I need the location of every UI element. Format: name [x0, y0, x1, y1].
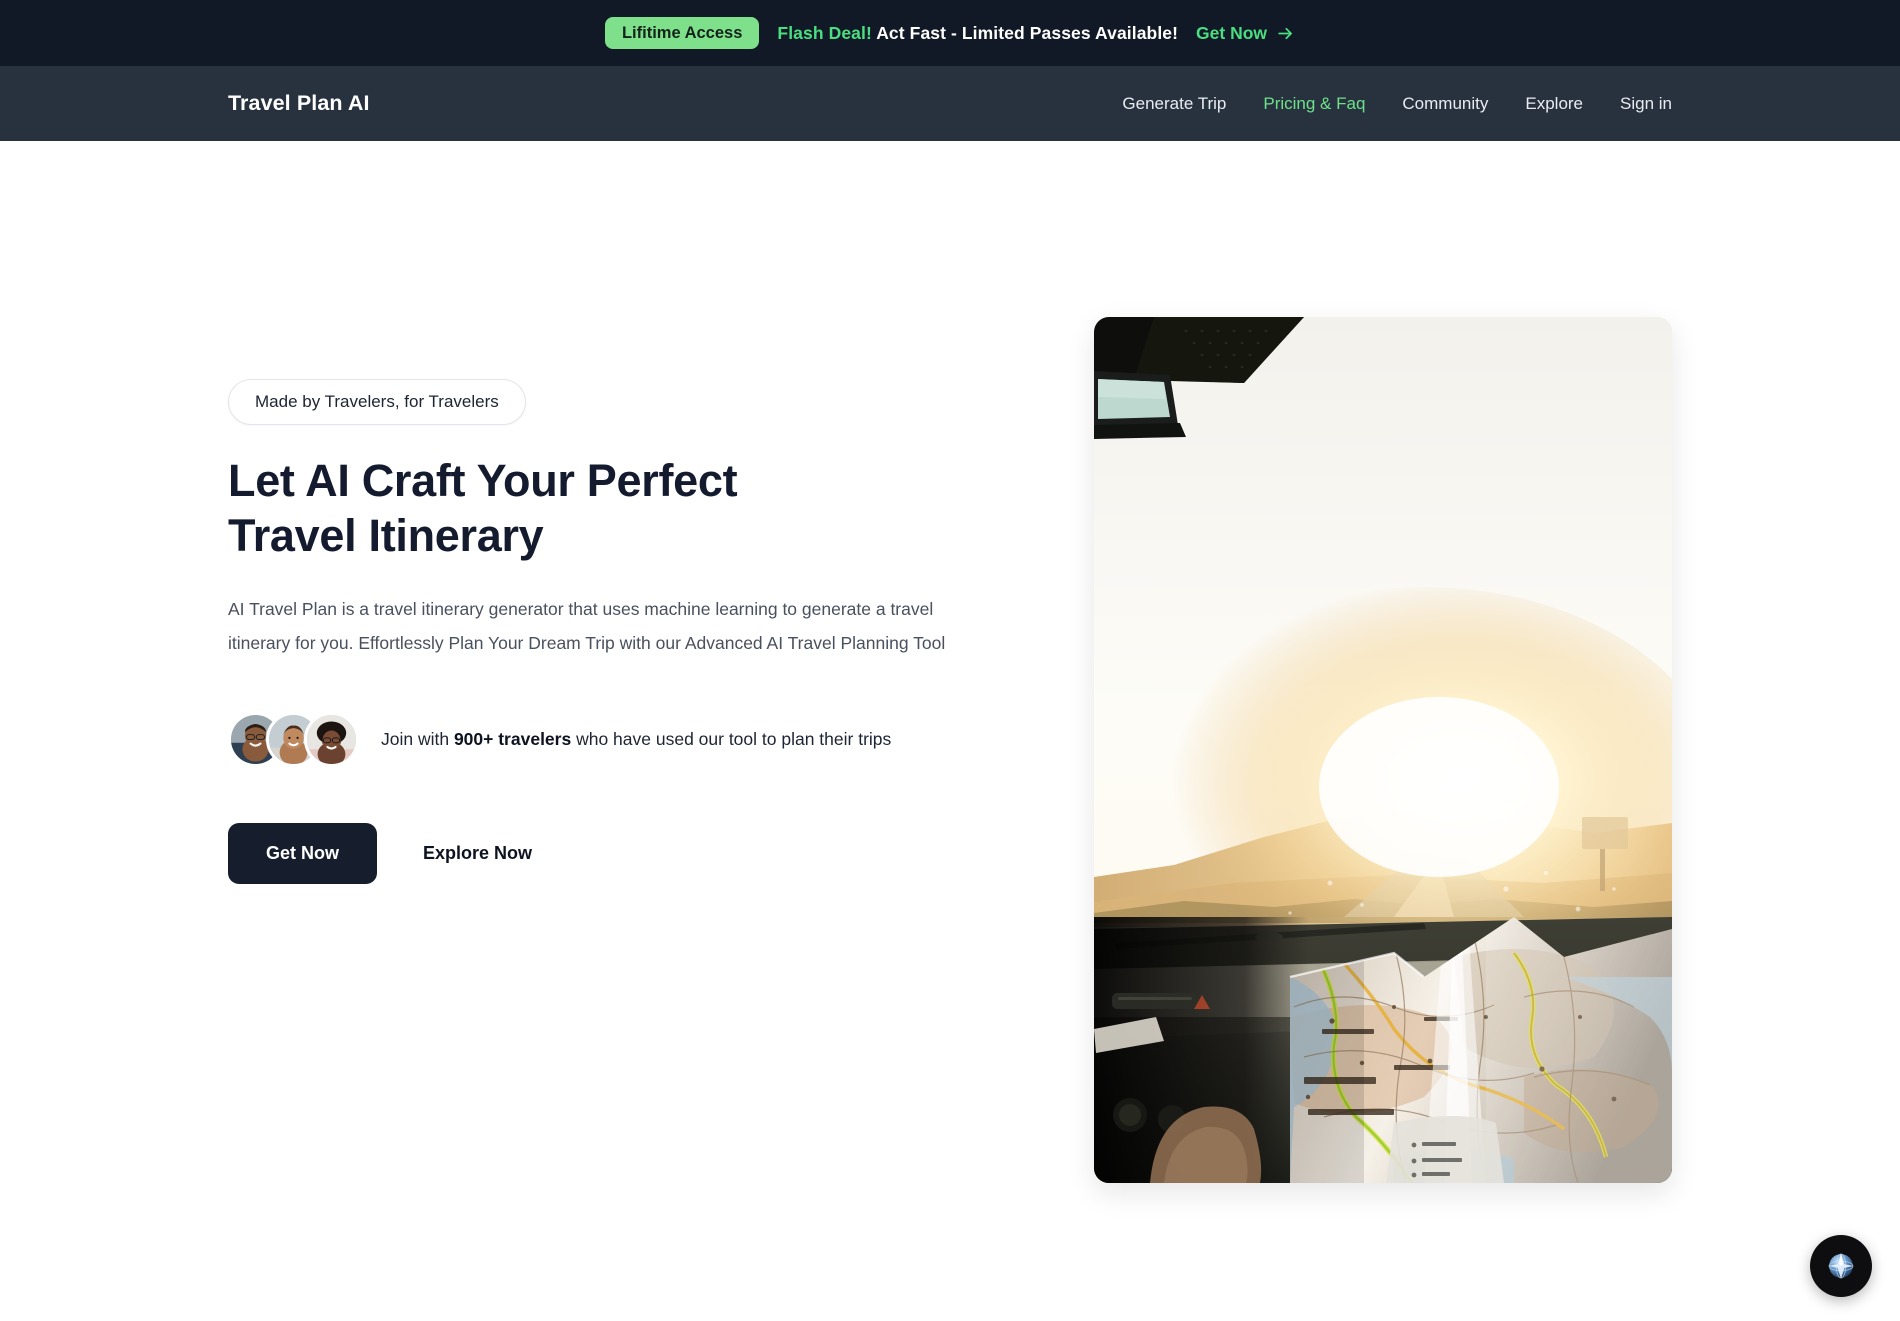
social-proof: Join with 900+ travelers who have used o… [228, 711, 968, 767]
explore-now-button[interactable]: Explore Now [423, 843, 532, 864]
social-proof-prefix: Join with [381, 729, 454, 750]
main-navbar: Travel Plan AI Generate Trip Pricing & F… [0, 66, 1900, 141]
avatar [304, 711, 359, 767]
hero-content: Made by Travelers, for Travelers Let AI … [228, 229, 968, 884]
social-proof-text: Join with 900+ travelers who have used o… [381, 724, 891, 754]
promo-message: Flash Deal! Act Fast - Limited Passes Av… [777, 23, 1178, 44]
brand-logo[interactable]: Travel Plan AI [228, 91, 370, 116]
promo-highlight: Flash Deal! [777, 22, 872, 43]
nav-item-community[interactable]: Community [1402, 94, 1488, 114]
nav-item-generate-trip[interactable]: Generate Trip [1122, 94, 1226, 114]
nav-item-pricing-faq[interactable]: Pricing & Faq [1263, 94, 1365, 114]
promo-banner: Lifitime Access Flash Deal! Act Fast - L… [0, 0, 1900, 66]
hero-image-container [1094, 229, 1672, 1183]
hero-badge: Made by Travelers, for Travelers [228, 379, 526, 425]
globe-compass-icon [1824, 1249, 1858, 1283]
social-proof-count: 900+ travelers [453, 729, 572, 750]
promo-get-now-link[interactable]: Get Now [1196, 23, 1295, 44]
hero-section: Made by Travelers, for Travelers Let AI … [0, 141, 1900, 1183]
page-title: Let AI Craft Your Perfect Travel Itinera… [228, 455, 738, 562]
lifetime-access-badge: Lifitime Access [604, 16, 760, 50]
globe-widget-button[interactable] [1810, 1235, 1872, 1297]
nav-links: Generate Trip Pricing & Faq Community Ex… [1122, 94, 1672, 114]
get-now-button[interactable]: Get Now [228, 822, 378, 884]
social-proof-suffix: who have used our tool to plan their tri… [571, 729, 892, 750]
avatar-group [228, 711, 359, 767]
promo-get-now-label: Get Now [1196, 22, 1268, 43]
arrow-right-icon [1276, 24, 1295, 43]
hero-description: AI Travel Plan is a travel itinerary gen… [228, 598, 946, 653]
hero-image [1094, 317, 1672, 1183]
nav-item-sign-in[interactable]: Sign in [1620, 94, 1672, 114]
nav-item-explore[interactable]: Explore [1525, 94, 1583, 114]
promo-message-rest: Act Fast - Limited Passes Available! [871, 22, 1179, 43]
hero-actions: Get Now Explore Now [228, 822, 968, 884]
